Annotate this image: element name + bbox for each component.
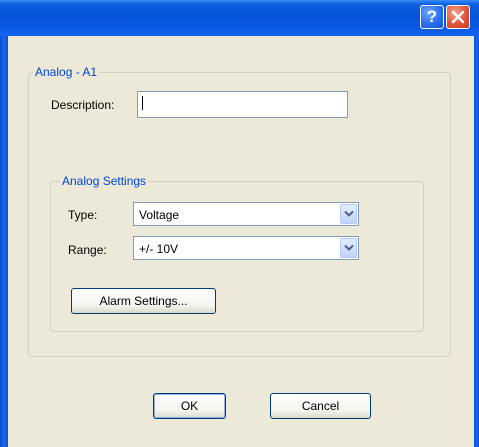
chevron-down-icon	[344, 244, 354, 251]
range-value: +/- 10V	[139, 242, 179, 256]
close-icon	[451, 10, 465, 24]
range-label: Range:	[68, 243, 107, 257]
description-label: Description:	[51, 98, 115, 112]
chevron-down-icon	[344, 210, 354, 217]
alarm-settings-button[interactable]: Alarm Settings...	[71, 288, 216, 314]
close-button[interactable]	[446, 5, 470, 29]
range-dropdown-button[interactable]	[340, 238, 357, 258]
description-input[interactable]	[137, 91, 348, 118]
type-value: Voltage	[139, 208, 180, 222]
title-bar[interactable]: ?	[0, 0, 479, 36]
type-label: Type:	[68, 208, 98, 222]
cancel-button[interactable]: Cancel	[270, 393, 371, 419]
analog-group-label: Analog - A1	[33, 65, 100, 79]
range-select[interactable]: +/- 10V	[133, 236, 359, 260]
analog-settings-label: Analog Settings	[60, 174, 149, 188]
window-frame-left	[0, 36, 8, 447]
text-caret	[142, 96, 143, 110]
help-button[interactable]: ?	[420, 5, 444, 29]
help-icon: ?	[426, 7, 438, 26]
window-frame-right	[474, 36, 479, 447]
type-dropdown-button[interactable]	[340, 204, 357, 224]
ok-button[interactable]: OK	[153, 393, 226, 419]
type-select[interactable]: Voltage	[133, 202, 359, 226]
